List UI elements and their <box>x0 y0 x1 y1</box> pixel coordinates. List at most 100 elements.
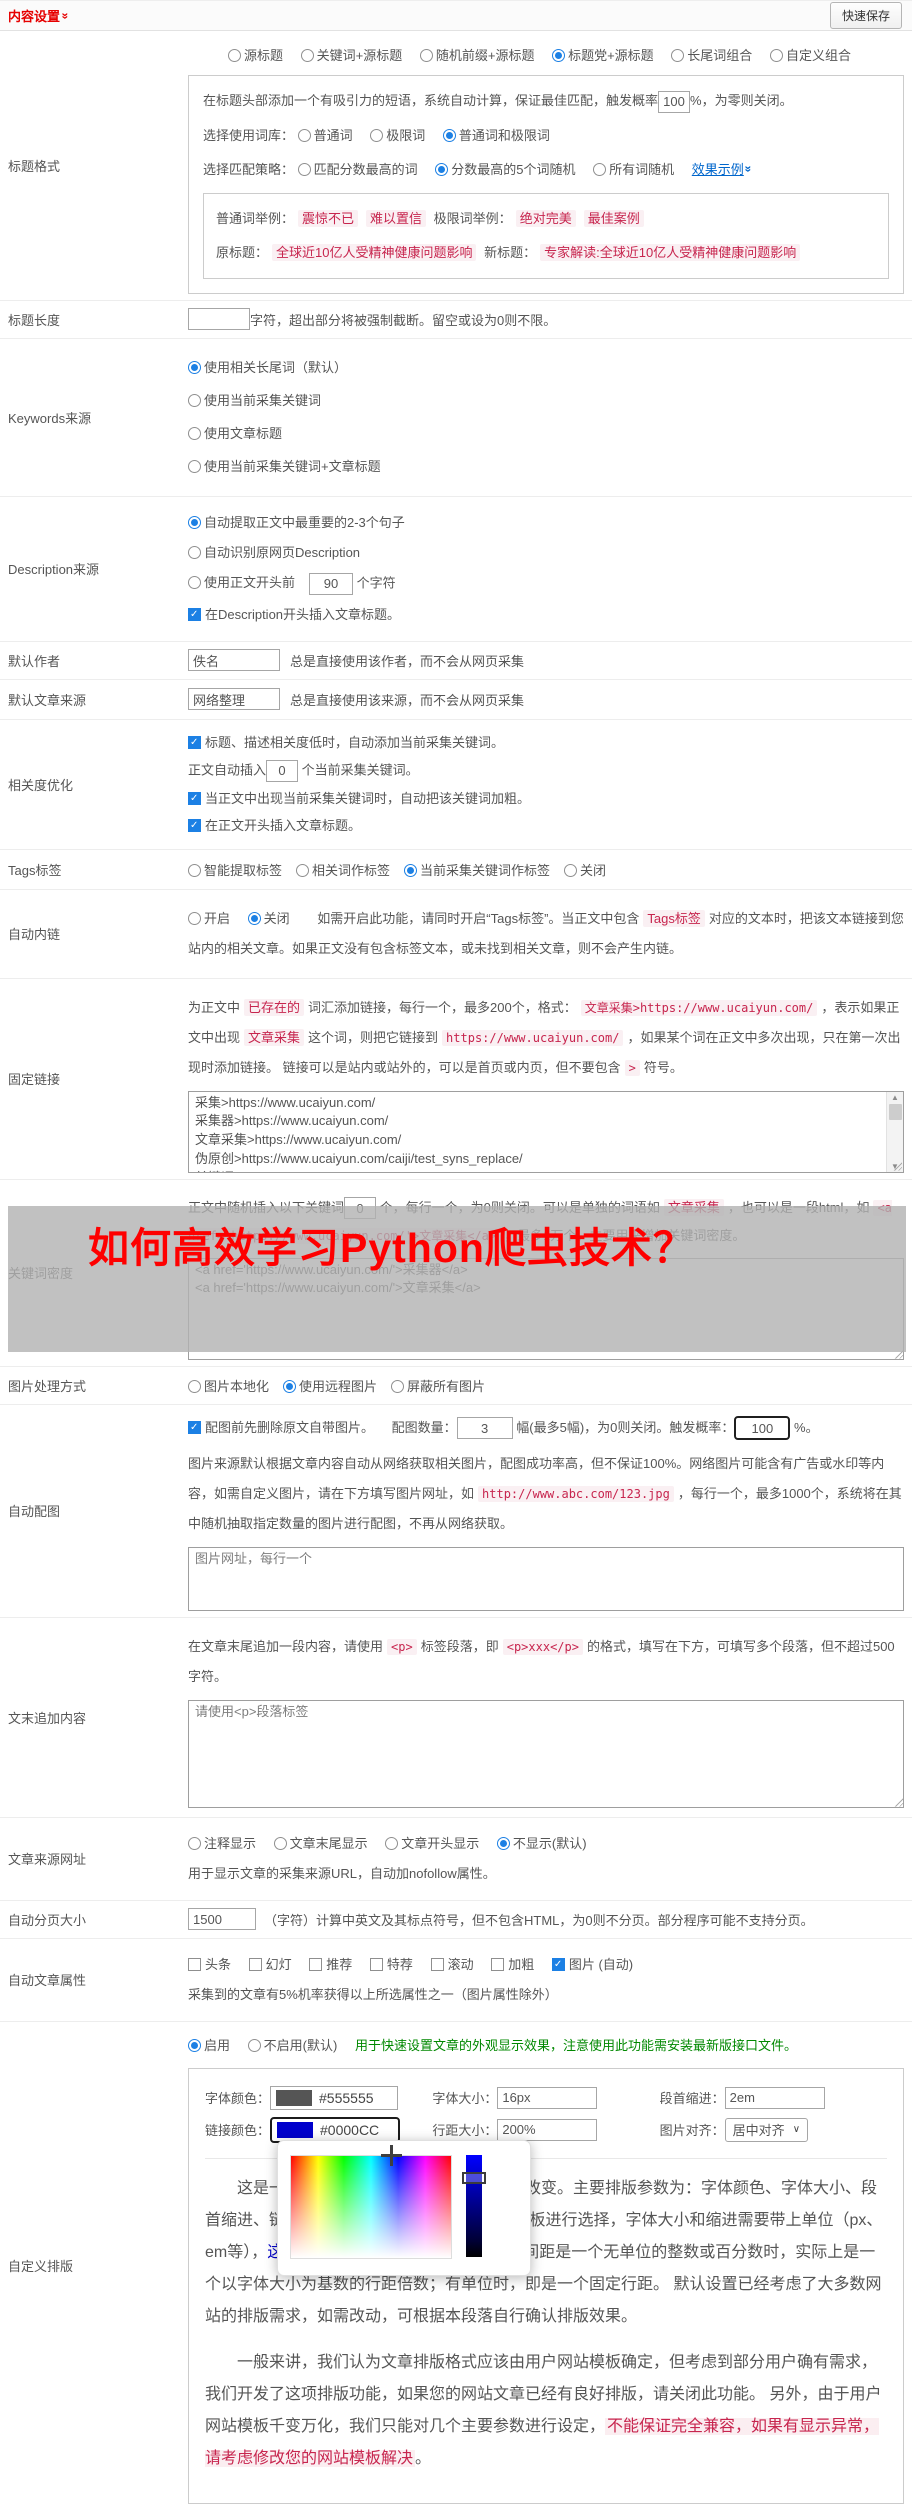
pagination-size-input[interactable] <box>188 1908 256 1931</box>
radio-layout-off[interactable]: 不启用(默认) <box>247 2034 337 2058</box>
radio-custom-combo[interactable]: 自定义组合 <box>769 45 851 67</box>
radio-show-comment[interactable]: 注释显示 <box>188 1834 256 1854</box>
section-custom-layout: 自定义排版 启用 不启用(默认) 用于快速设置文章的外观显示效果，注意使用此功能… <box>0 2022 912 2510</box>
radio-icon <box>188 545 201 559</box>
radio-strat-top5-random[interactable]: 分数最高的5个词随机 <box>435 159 576 181</box>
radio-autolink-on[interactable]: 开启 <box>188 904 230 934</box>
radio-show-start[interactable]: 文章开头显示 <box>385 1834 479 1854</box>
radio-tags-off[interactable]: 关闭 <box>564 860 606 879</box>
default-source-input[interactable] <box>188 688 280 711</box>
watermark-text: 如何高效学习Python爬虫技术？ <box>88 1224 695 1271</box>
example-original-title: 全球近10亿人受精神健康问题影响 <box>272 243 477 261</box>
radio-keyword-plus-title[interactable]: 使用当前采集关键词+文章标题 <box>188 457 381 477</box>
append-content-textarea[interactable] <box>188 1699 904 1808</box>
example-word: 绝对完美 <box>515 209 576 227</box>
checkbox-attr-bold[interactable]: 加粗 <box>491 1955 534 1975</box>
hue-slider-handle[interactable] <box>462 2171 486 2184</box>
radio-icon <box>188 1836 201 1850</box>
section-label: 相关度优化 <box>8 777 74 793</box>
image-count-input[interactable] <box>456 1417 513 1440</box>
color-gradient-area[interactable] <box>290 2144 452 2259</box>
section-keyword-density: 关键词密度 正文中随机插入以下关键词 个，每行一个，为0则关闭。可以是单独的词语… <box>0 1180 912 1367</box>
font-color-picker[interactable] <box>270 2085 399 2110</box>
radio-lib-normal[interactable]: 普通词 <box>297 125 353 147</box>
section-label: Keywords来源 <box>8 410 92 426</box>
scrollbar[interactable]: ▲ ▼ <box>886 1091 903 1172</box>
checkbox-insert-title-description[interactable]: 在Description开头插入文章标题。 <box>188 605 400 625</box>
radio-related-longtail[interactable]: 使用相关长尾词（默认） <box>188 358 347 378</box>
radio-current-keyword[interactable]: 使用当前采集关键词 <box>188 391 321 411</box>
hue-slider[interactable] <box>462 2154 486 2257</box>
section-label: 文末追加内容 <box>8 1710 87 1726</box>
example-word: 难以置信 <box>366 209 427 227</box>
checkbox-low-relevance-add-keyword[interactable]: 标题、描述相关度低时，自动添加当前采集关键词。 <box>188 733 504 753</box>
section-image-mode: 图片处理方式 图片本地化 使用远程图片 屏蔽所有图片 <box>0 1367 912 1405</box>
checkbox-attr-image[interactable]: 图片 (自动) <box>551 1955 633 1975</box>
radio-remote-images[interactable]: 使用远程图片 <box>283 1376 377 1395</box>
radio-icon <box>247 911 261 925</box>
section-autolink: 自动内链 开启 关闭 如需开启此功能，请同时开启“Tags标签”。当正文中包含 T… <box>0 890 912 979</box>
section-label: 默认文章来源 <box>8 692 87 708</box>
radio-icon <box>188 459 201 473</box>
trigger-probability-input[interactable] <box>658 90 691 113</box>
radio-longtail-combo[interactable]: 长尾词组合 <box>671 45 752 67</box>
scrollbar-thumb[interactable] <box>888 1103 902 1120</box>
radio-article-title[interactable]: 使用文章标题 <box>188 424 282 444</box>
page-title-wrap: 内容设置» <box>8 6 72 25</box>
line-height-input[interactable] <box>497 2118 598 2141</box>
radio-block-images[interactable]: 屏蔽所有图片 <box>391 1376 485 1395</box>
checkbox-attr-special[interactable]: 特荐 <box>369 1955 413 1975</box>
radio-random-prefix-title[interactable]: 随机前缀+源标题 <box>419 45 534 67</box>
insert-keyword-count-input[interactable] <box>266 759 299 782</box>
radio-extract-sentences[interactable]: 自动提取正文中最重要的2-3个句子 <box>188 513 405 533</box>
radio-original-description[interactable]: 自动识别原网页Description <box>188 543 360 563</box>
radio-source-title[interactable]: 源标题 <box>228 45 283 67</box>
radio-icon <box>188 393 201 407</box>
checkbox-attr-headline[interactable]: 头条 <box>188 1955 231 1975</box>
link-color-picker[interactable] <box>270 2116 401 2143</box>
radio-localize-images[interactable]: 图片本地化 <box>188 1376 269 1395</box>
title-length-input[interactable] <box>188 308 250 331</box>
chevron-down-icon[interactable]: » <box>58 13 72 20</box>
checkbox-icon <box>188 735 201 749</box>
radio-strat-all-random[interactable]: 所有词随机 <box>593 159 674 181</box>
radio-lib-extreme[interactable]: 极限词 <box>370 125 425 147</box>
checkbox-insert-title-body[interactable]: 在正文开头插入文章标题。 <box>188 816 361 836</box>
radio-lib-both[interactable]: 普通词和极限词 <box>442 125 550 147</box>
section-label: 自动文章属性 <box>8 1973 87 1989</box>
radio-related-word-tags[interactable]: 相关词作标签 <box>296 860 390 879</box>
image-align-select[interactable]: 居中对齐 ∨ <box>724 2117 809 2142</box>
radio-show-end[interactable]: 文章末尾显示 <box>273 1834 368 1854</box>
radio-current-keyword-tags[interactable]: 当前采集关键词作标签 <box>404 860 550 879</box>
checkbox-bold-keyword[interactable]: 当正文中出现当前采集关键词时，自动把该关键词加粗。 <box>188 789 530 809</box>
image-urls-textarea[interactable] <box>188 1546 904 1611</box>
section-description-source: Description来源 自动提取正文中最重要的2-3个句子 自动识别原网页D… <box>0 497 912 642</box>
checkbox-remove-original-images[interactable]: 配图前先删除原文自带图片。 <box>188 1415 374 1441</box>
radio-keyword-source-title[interactable]: 关键词+源标题 <box>300 45 402 67</box>
section-label: 默认作者 <box>8 653 61 669</box>
fixed-links-textarea[interactable]: 采集>https://www.ucaiyun.com/ 采集器>https://… <box>189 1091 886 1172</box>
checkbox-attr-scroll[interactable]: 滚动 <box>430 1955 474 1975</box>
checkbox-attr-slide[interactable]: 幻灯 <box>248 1955 292 1975</box>
radio-smart-tags[interactable]: 智能提取标签 <box>188 860 282 879</box>
radio-show-none[interactable]: 不显示(默认) <box>496 1834 587 1854</box>
radio-clickbait-title[interactable]: 标题党+源标题 <box>552 45 654 67</box>
demo-link[interactable]: 效果示例 <box>692 162 744 177</box>
link-color-input[interactable] <box>318 2120 399 2139</box>
radio-icon <box>769 49 783 62</box>
indent-input[interactable] <box>724 2086 825 2109</box>
prefix-chars-input[interactable] <box>309 572 354 595</box>
radio-layout-on[interactable]: 启用 <box>188 2034 230 2058</box>
scroll-up-icon[interactable]: ▲ <box>891 1093 899 1102</box>
quick-save-button[interactable]: 快速保存 <box>829 2 902 29</box>
radio-strat-highest[interactable]: 匹配分数最高的词 <box>297 159 418 181</box>
default-author-input[interactable] <box>188 649 280 672</box>
radio-body-prefix[interactable]: 使用正文开头前 <box>188 573 295 593</box>
radio-autolink-off[interactable]: 关闭 <box>247 904 290 934</box>
section-label: 图片处理方式 <box>8 1378 87 1394</box>
font-color-input[interactable] <box>317 2088 398 2107</box>
radio-icon <box>552 49 566 62</box>
checkbox-attr-recommend[interactable]: 推荐 <box>309 1955 352 1975</box>
image-probability-input[interactable] <box>734 1416 791 1441</box>
font-size-input[interactable] <box>497 2086 598 2109</box>
